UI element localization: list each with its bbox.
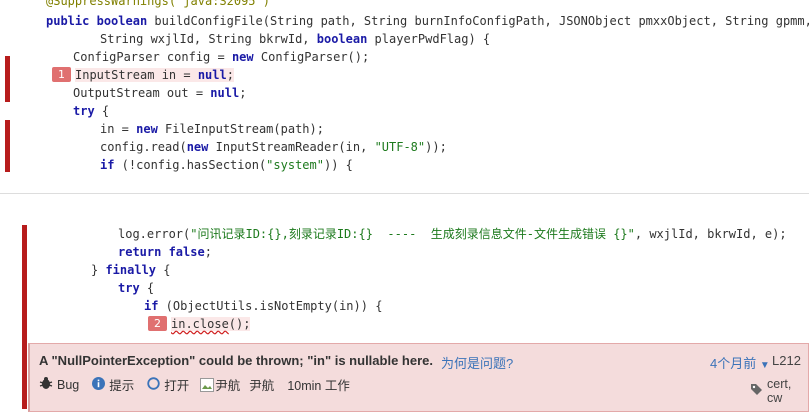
code-line: config.read(new InputStreamReader(in, "U…	[100, 140, 447, 154]
code-line: log.error("问讯记录ID:{},刻录记录ID:{} ---- 生成刻录…	[118, 227, 787, 241]
issue-age-dropdown[interactable]: 4个月前 ▼	[710, 353, 770, 372]
code-line: ConfigParser config = new ConfigParser()…	[73, 50, 370, 64]
code-line: try {	[118, 281, 155, 295]
tag-icon	[750, 383, 763, 399]
code-line: OutputStream out = null;	[73, 86, 247, 100]
code-line: try {	[73, 104, 110, 118]
code-line: String wxjlId, String bkrwId, boolean pl…	[100, 32, 491, 46]
bug-icon	[39, 376, 53, 393]
code-line: in = new FileInputStream(path);	[100, 122, 324, 136]
issue-meta: Bug 提示 打开 尹航 尹航 10min 工作	[39, 375, 359, 394]
issue-assignee[interactable]: 尹航 尹航	[200, 375, 274, 394]
open-circle-icon	[147, 376, 160, 393]
issue-type[interactable]: Bug	[39, 376, 79, 393]
location-badge[interactable]: 2	[148, 316, 167, 331]
avatar: 尹航	[200, 375, 240, 394]
divider	[0, 193, 809, 194]
issue-tags[interactable]: cert, cw	[750, 377, 808, 405]
code-line-flagged[interactable]: 1 InputStream in = null;	[52, 66, 234, 84]
code-line: public boolean buildConfigFile(String pa…	[46, 14, 809, 28]
location-badge[interactable]: 1	[52, 67, 71, 82]
issue-location-marker	[22, 225, 27, 409]
issue-message[interactable]: A "NullPointerException" could be thrown…	[39, 353, 433, 368]
caret-down-icon: ▼	[759, 360, 770, 371]
snippet-gap	[0, 172, 809, 207]
issue-location-marker	[5, 120, 10, 172]
issue-panel[interactable]: A "NullPointerException" could be thrown…	[28, 343, 809, 412]
issue-effort[interactable]: 10min 工作	[287, 375, 350, 394]
issue-location-marker	[5, 56, 10, 102]
code-line: } finally {	[91, 263, 171, 277]
code-line: return false;	[118, 245, 212, 259]
issue-severity[interactable]: 提示	[92, 375, 134, 394]
why-is-this-an-issue-link[interactable]: 为何是问题?	[441, 353, 513, 372]
issue-status[interactable]: 打开	[147, 375, 189, 394]
code-line: if (ObjectUtils.isNotEmpty(in)) {	[144, 299, 383, 313]
code-line: @SuppressWarnings("java:S2095")	[46, 0, 270, 8]
info-icon	[92, 376, 106, 393]
code-line-flagged[interactable]: 2 in.close();	[148, 315, 251, 333]
issue-line-number: L212	[772, 353, 801, 368]
